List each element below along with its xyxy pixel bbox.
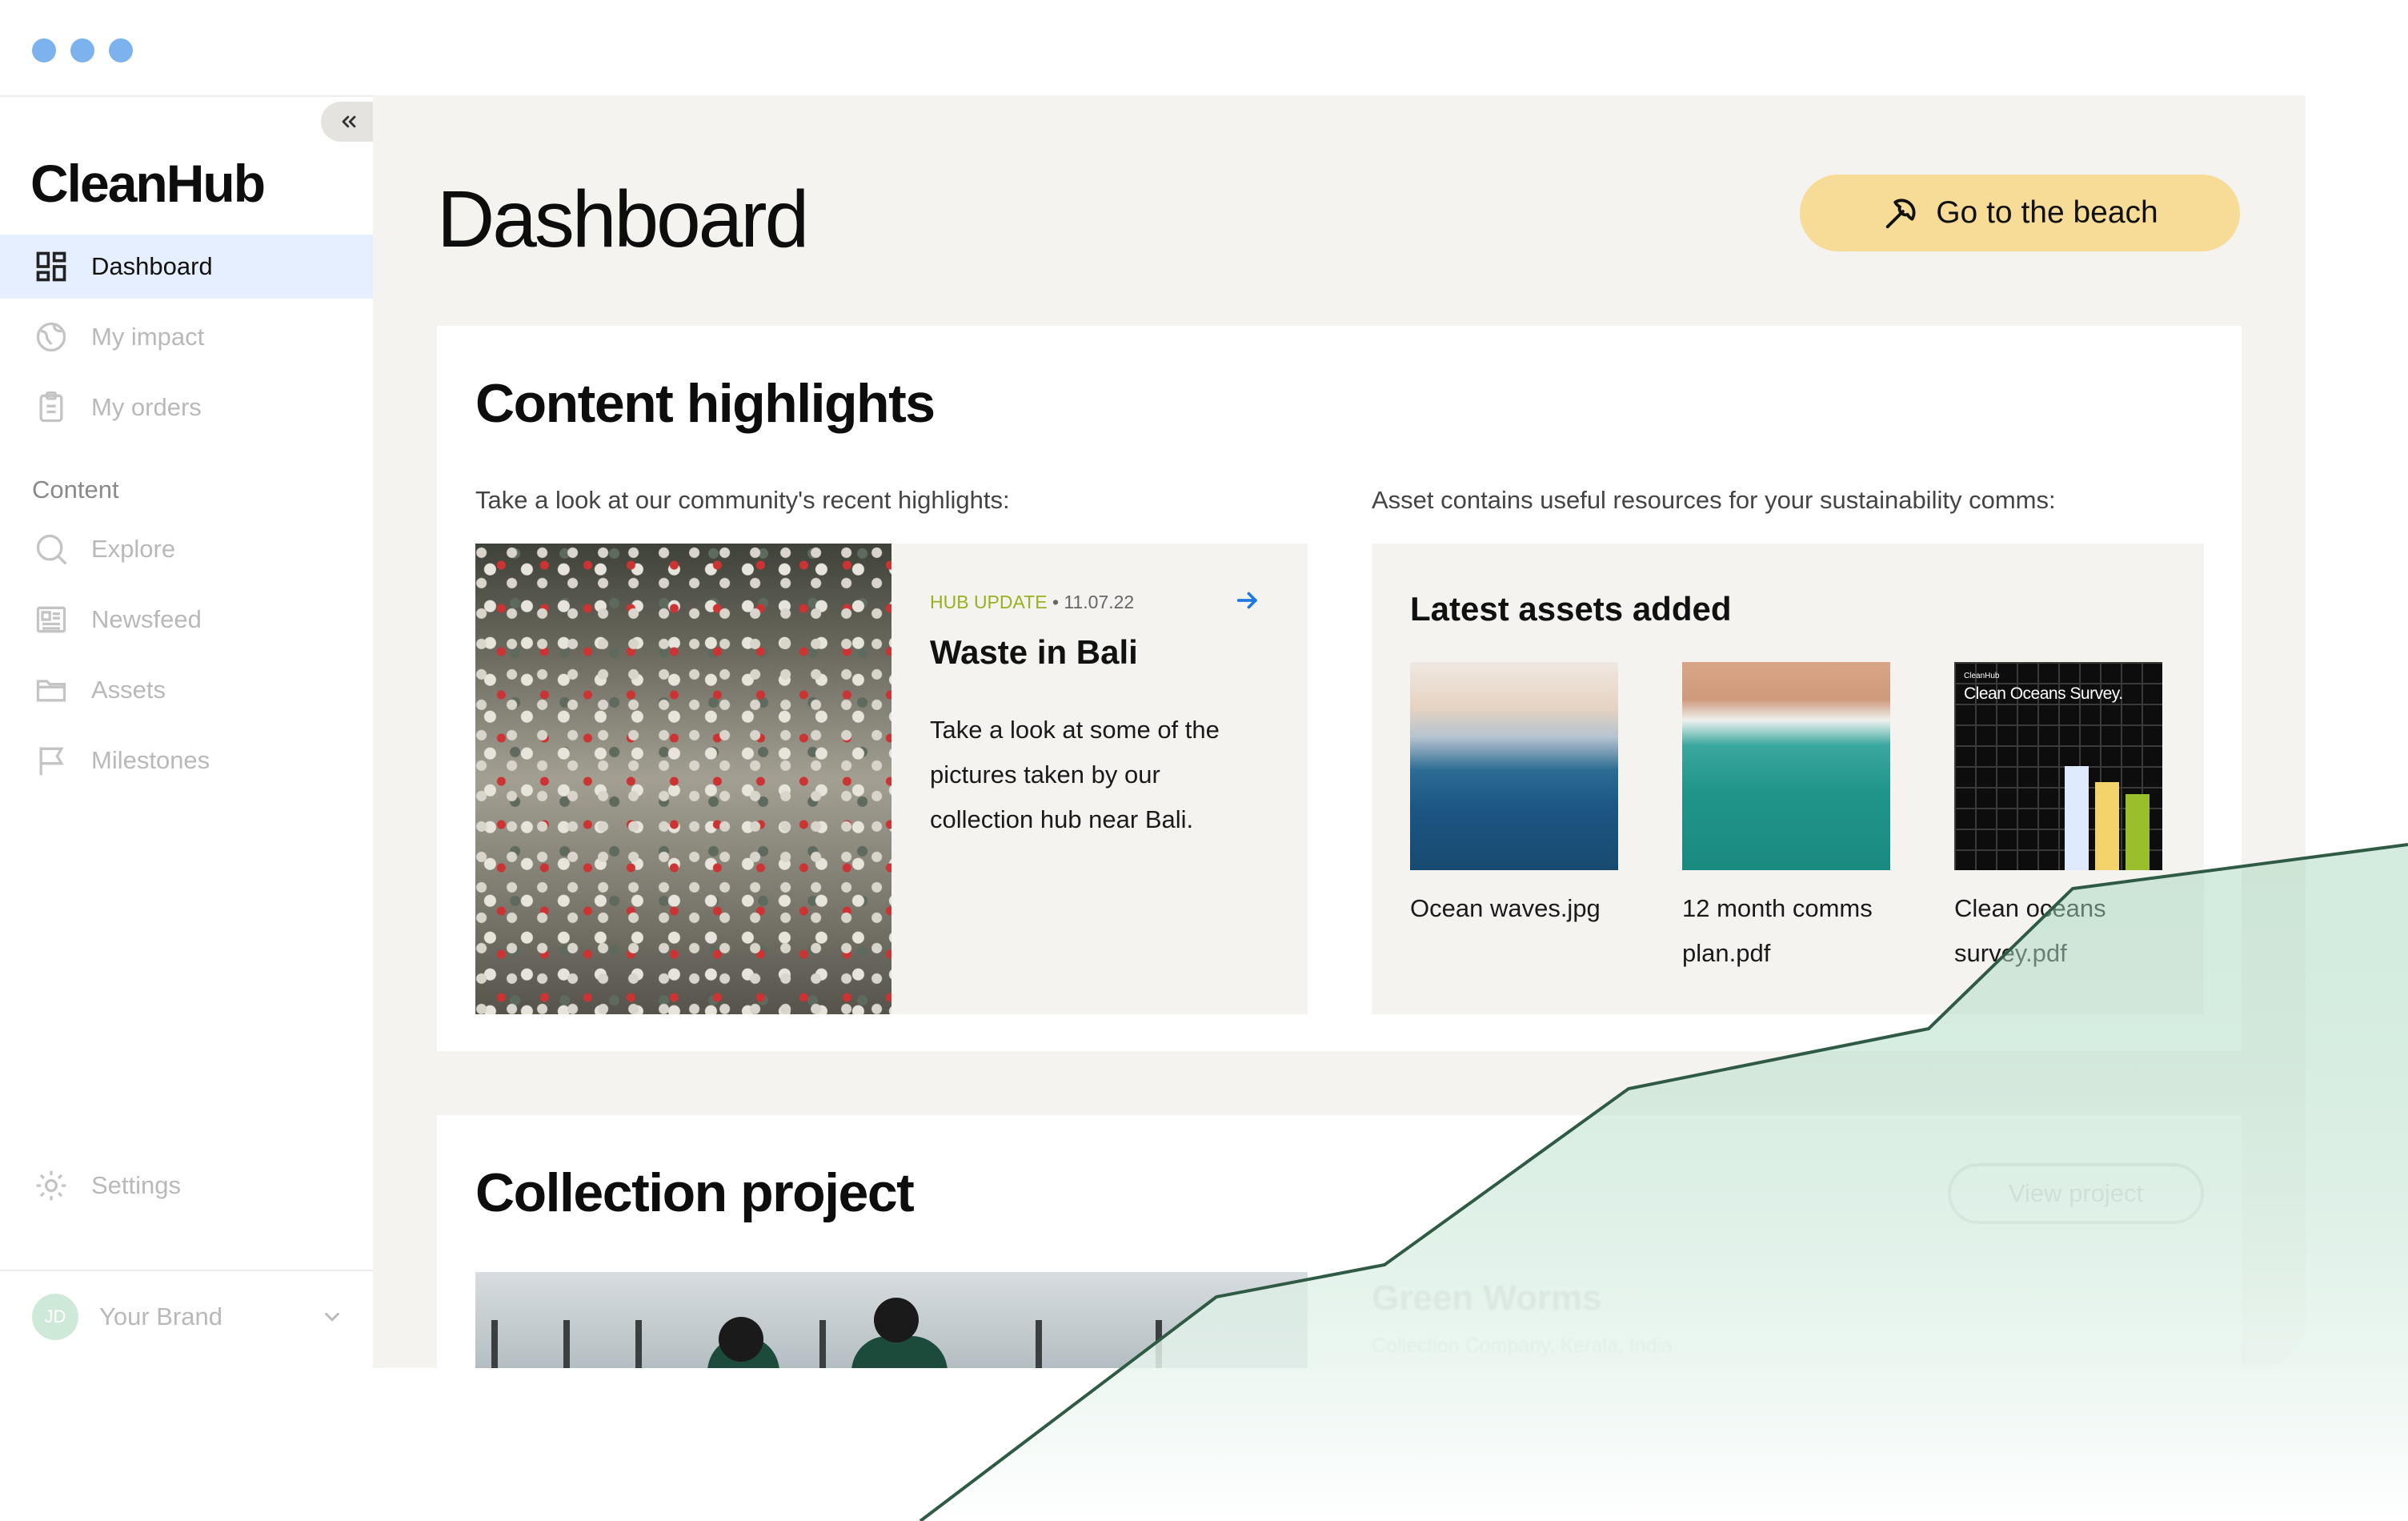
person-head bbox=[874, 1298, 919, 1342]
asset-name: 12 month comms plan.pdf bbox=[1682, 894, 1873, 967]
brand-switcher[interactable]: JD Your Brand bbox=[32, 1294, 344, 1340]
view-project-button[interactable]: View project bbox=[1948, 1163, 2204, 1224]
project-location: Collection Company, Kerala, India bbox=[1372, 1334, 1673, 1357]
sidebar: CleanHub Dashboard My impact My orders C… bbox=[0, 95, 377, 1368]
sidebar-item-settings[interactable]: Settings bbox=[0, 1154, 373, 1218]
person-head bbox=[719, 1317, 763, 1362]
asset-thumbnail: CleanHub Clean Oceans Survey. bbox=[1954, 662, 2162, 870]
content-highlights-card: Content highlights Take a look at our co… bbox=[437, 326, 2242, 1051]
chevron-down-icon bbox=[325, 1312, 339, 1322]
main-content: Dashboard Go to the beach Content highli… bbox=[373, 95, 2306, 1368]
sidebar-item-my-impact[interactable]: My impact bbox=[0, 305, 373, 369]
news-meta: HUB UPDATE • 11.07.22 bbox=[930, 592, 1134, 613]
sidebar-item-label: Milestones bbox=[91, 746, 210, 774]
asset-thumbnail bbox=[1410, 662, 1618, 870]
newspaper-icon bbox=[36, 606, 66, 633]
sidebar-item-my-orders[interactable]: My orders bbox=[0, 375, 373, 439]
page-title: Dashboard bbox=[437, 175, 809, 264]
news-tag: HUB UPDATE bbox=[930, 592, 1048, 612]
pier-post bbox=[563, 1320, 570, 1368]
sidebar-item-label: Settings bbox=[91, 1171, 182, 1199]
dashboard-icon bbox=[36, 251, 66, 282]
sidebar-item-assets[interactable]: Assets bbox=[0, 658, 373, 722]
cta-label: Go to the beach bbox=[1936, 195, 2158, 230]
content-highlights-title: Content highlights bbox=[475, 373, 936, 434]
sidebar-item-dashboard[interactable]: Dashboard bbox=[0, 235, 373, 299]
asset-thumbnail bbox=[1682, 662, 1890, 870]
app-logo: CleanHub bbox=[30, 154, 266, 213]
sidebar-item-label: Newsfeed bbox=[91, 605, 202, 633]
window-dot[interactable] bbox=[109, 38, 133, 62]
globe-icon bbox=[36, 322, 66, 352]
clipboard-icon bbox=[39, 391, 63, 423]
sidebar-item-explore[interactable]: Explore bbox=[0, 517, 373, 581]
folder-icon bbox=[36, 680, 66, 702]
news-card[interactable]: HUB UPDATE • 11.07.22 Waste in Bali Take… bbox=[475, 544, 1308, 1014]
flag-icon bbox=[39, 747, 64, 776]
latest-assets-panel: Latest assets added Ocean waves.jpg 12 m… bbox=[1372, 544, 2204, 1014]
project-name: Green Worms bbox=[1372, 1278, 1602, 1318]
sidebar-item-label: My orders bbox=[91, 393, 202, 421]
pier-post bbox=[635, 1320, 642, 1368]
chevrons-left-icon bbox=[342, 115, 356, 128]
collapse-sidebar-button[interactable] bbox=[321, 102, 377, 142]
pier-post bbox=[491, 1320, 498, 1368]
gear-icon bbox=[36, 1170, 66, 1201]
sidebar-section-content: Content bbox=[32, 476, 119, 504]
collection-project-card: Collection project View project Green Wo… bbox=[437, 1115, 2242, 1368]
asset-name: Clean oceans survey.pdf bbox=[1954, 894, 2106, 967]
survey-title: Clean Oceans Survey. bbox=[1964, 684, 2123, 703]
brand-name: Your Brand bbox=[99, 1302, 222, 1330]
sidebar-divider bbox=[0, 1270, 373, 1271]
avatar: JD bbox=[32, 1294, 78, 1340]
search-icon bbox=[36, 534, 67, 565]
news-date: • 11.07.22 bbox=[1052, 592, 1135, 612]
survey-brand: CleanHub bbox=[1964, 672, 2000, 680]
pier-post bbox=[1156, 1320, 1162, 1368]
window-dot[interactable] bbox=[70, 38, 94, 62]
sidebar-item-label: Assets bbox=[91, 676, 166, 704]
go-to-beach-button[interactable]: Go to the beach bbox=[1800, 175, 2240, 251]
sidebar-item-milestones[interactable]: Milestones bbox=[0, 728, 373, 793]
window-controls bbox=[32, 38, 133, 62]
highlights-subtitle: Take a look at our community's recent hi… bbox=[475, 486, 1010, 514]
sidebar-item-label: My impact bbox=[91, 323, 205, 351]
asset-item[interactable]: Ocean waves.jpg bbox=[1410, 662, 1618, 931]
arrow-right-icon[interactable] bbox=[1234, 587, 1261, 614]
pier-post bbox=[1036, 1320, 1042, 1368]
sidebar-item-label: Dashboard bbox=[91, 252, 213, 280]
survey-bar bbox=[2065, 766, 2089, 870]
asset-item[interactable]: CleanHub Clean Oceans Survey. Clean ocea… bbox=[1954, 662, 2162, 976]
survey-bar bbox=[2126, 794, 2150, 870]
sidebar-item-newsfeed[interactable]: Newsfeed bbox=[0, 588, 373, 652]
asset-item[interactable]: 12 month comms plan.pdf bbox=[1682, 662, 1890, 976]
latest-assets-title: Latest assets added bbox=[1410, 590, 1732, 628]
news-title: Waste in Bali bbox=[930, 633, 1138, 671]
collection-project-title: Collection project bbox=[475, 1162, 915, 1223]
pier-post bbox=[819, 1320, 826, 1368]
project-image bbox=[475, 1272, 1308, 1368]
window-dot[interactable] bbox=[32, 38, 56, 62]
asset-name: Ocean waves.jpg bbox=[1410, 894, 1601, 922]
survey-bar bbox=[2095, 782, 2119, 870]
news-body: Take a look at some of the pictures take… bbox=[930, 716, 1220, 833]
assets-subtitle: Asset contains useful resources for your… bbox=[1372, 486, 2056, 514]
umbrella-icon bbox=[1885, 199, 1916, 229]
news-image bbox=[475, 544, 891, 1014]
sidebar-item-label: Explore bbox=[91, 535, 176, 563]
